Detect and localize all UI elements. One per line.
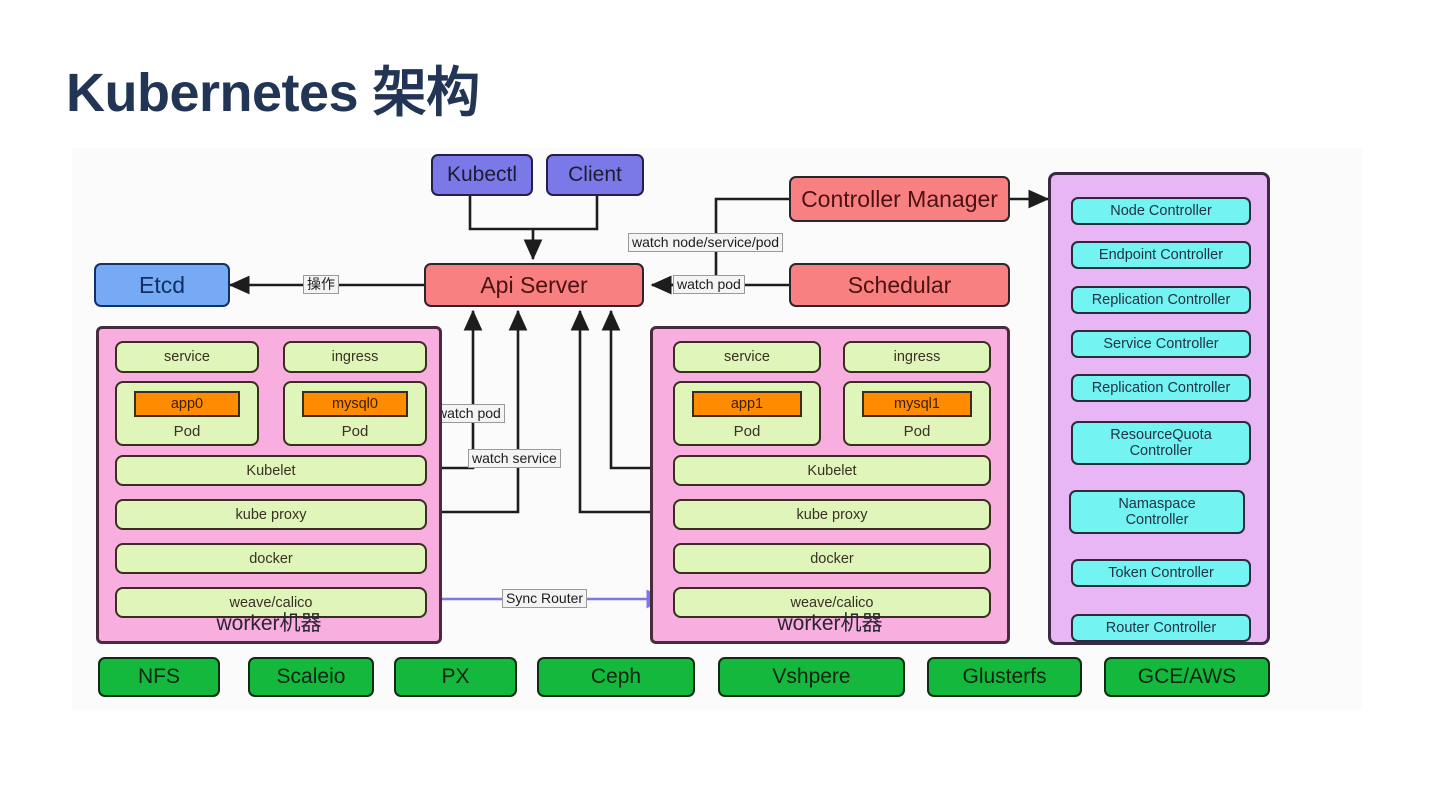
- controller-replication-2[interactable]: Replication Controller: [1071, 374, 1251, 402]
- worker-1-pod-label-1: Pod: [903, 423, 931, 440]
- node-api-server[interactable]: Api Server: [424, 263, 644, 307]
- worker-0-pod-label-1: Pod: [341, 423, 369, 440]
- node-controller-manager[interactable]: Controller Manager: [789, 176, 1010, 222]
- edge-label-etcd-operation: 操作: [303, 275, 339, 295]
- worker-0-service[interactable]: service: [115, 341, 259, 373]
- page-title: Kubernetes 架构: [66, 63, 480, 123]
- worker-1-kubelet[interactable]: Kubelet: [673, 455, 991, 486]
- controllers-panel: Node Controller Endpoint Controller Repl…: [1048, 172, 1270, 645]
- storage-vshpere[interactable]: Vshpere: [718, 657, 905, 697]
- edge-label-watch-node-service-pod: watch node/service/pod: [628, 233, 784, 253]
- worker-node-1: service ingress app1 Pod mysql1 Pod Kube…: [650, 326, 1010, 644]
- controller-replication-1[interactable]: Replication Controller: [1071, 286, 1251, 314]
- edge-label-sync-router: Sync Router: [502, 589, 588, 609]
- diagram-canvas: Kubernetes 架构 操作 watch node/service/pod …: [0, 0, 1440, 810]
- node-schedular[interactable]: Schedular: [789, 263, 1010, 307]
- edge-label-watch-pod-worker: watch pod: [433, 404, 505, 424]
- node-client[interactable]: Client: [546, 154, 644, 196]
- worker-1-title: worker机器: [777, 612, 883, 635]
- worker-1-pod-label-0: Pod: [733, 423, 761, 440]
- storage-ceph[interactable]: Ceph: [537, 657, 695, 697]
- storage-scaleio[interactable]: Scaleio: [248, 657, 374, 697]
- worker-0-ingress[interactable]: ingress: [283, 341, 427, 373]
- worker-0-container-app0[interactable]: app0: [133, 391, 241, 417]
- worker-1-pod-app1[interactable]: app1 Pod: [673, 381, 821, 446]
- worker-0-pod-app0[interactable]: app0 Pod: [115, 381, 259, 446]
- controller-router[interactable]: Router Controller: [1071, 614, 1251, 642]
- worker-1-container-mysql1[interactable]: mysql1: [861, 391, 973, 417]
- worker-0-kube-proxy[interactable]: kube proxy: [115, 499, 427, 530]
- worker-0-docker[interactable]: docker: [115, 543, 427, 574]
- worker-1-container-app1[interactable]: app1: [691, 391, 803, 417]
- worker-1-service[interactable]: service: [673, 341, 821, 373]
- worker-1-ingress[interactable]: ingress: [843, 341, 991, 373]
- edge-label-watch-pod-schedular: watch pod: [673, 275, 745, 295]
- worker-0-container-mysql0[interactable]: mysql0: [301, 391, 409, 417]
- storage-nfs[interactable]: NFS: [98, 657, 220, 697]
- controller-token[interactable]: Token Controller: [1071, 559, 1251, 587]
- worker-0-pod-label-0: Pod: [173, 423, 201, 440]
- controller-resourcequota[interactable]: ResourceQuota Controller: [1071, 421, 1251, 465]
- worker-0-kubelet[interactable]: Kubelet: [115, 455, 427, 486]
- node-etcd[interactable]: Etcd: [94, 263, 230, 307]
- storage-gce-aws[interactable]: GCE/AWS: [1104, 657, 1270, 697]
- worker-1-docker[interactable]: docker: [673, 543, 991, 574]
- worker-0-title: worker机器: [216, 612, 322, 635]
- controller-node[interactable]: Node Controller: [1071, 197, 1251, 225]
- controller-namespace[interactable]: Namaspace Controller: [1069, 490, 1245, 534]
- worker-1-kube-proxy[interactable]: kube proxy: [673, 499, 991, 530]
- controller-service[interactable]: Service Controller: [1071, 330, 1251, 358]
- worker-1-pod-mysql1[interactable]: mysql1 Pod: [843, 381, 991, 446]
- worker-0-pod-mysql0[interactable]: mysql0 Pod: [283, 381, 427, 446]
- edge-label-watch-service-worker: watch service: [468, 449, 561, 469]
- storage-px[interactable]: PX: [394, 657, 517, 697]
- node-kubectl[interactable]: Kubectl: [431, 154, 533, 196]
- storage-glusterfs[interactable]: Glusterfs: [927, 657, 1082, 697]
- controller-endpoint[interactable]: Endpoint Controller: [1071, 241, 1251, 269]
- worker-node-0: service ingress app0 Pod mysql0 Pod Kube…: [96, 326, 442, 644]
